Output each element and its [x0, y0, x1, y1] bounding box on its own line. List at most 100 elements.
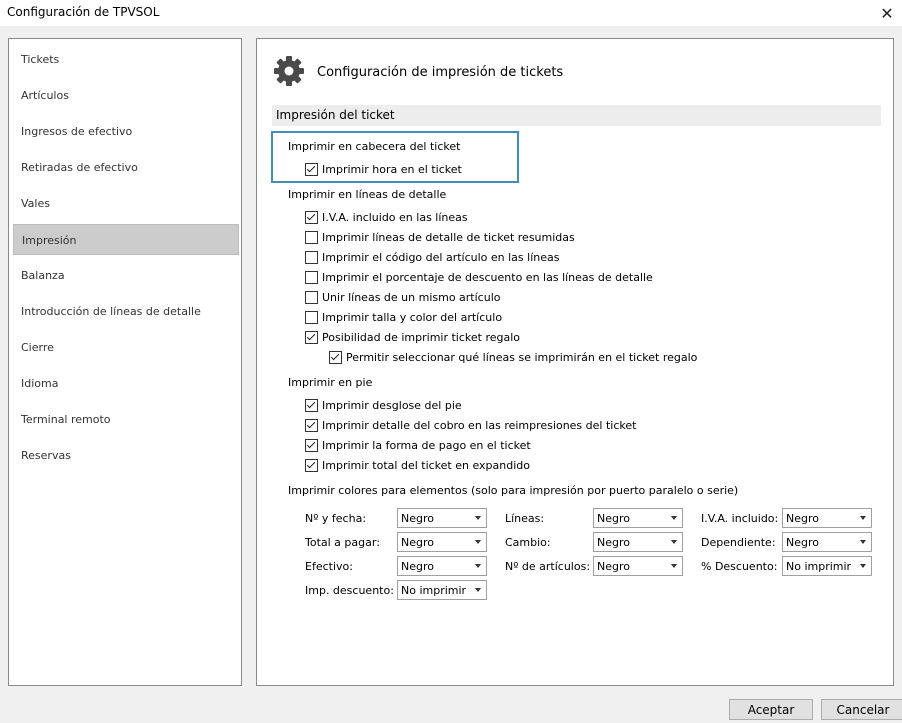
select-value: Negro [597, 536, 630, 549]
chevron-down-icon[interactable] [665, 557, 682, 575]
checkbox-box[interactable] [305, 271, 318, 284]
chevron-down-icon[interactable] [854, 533, 871, 551]
chevron-down-icon[interactable] [665, 533, 682, 551]
checkbox-box[interactable] [305, 399, 318, 412]
accept-button[interactable]: Aceptar [729, 699, 813, 720]
select-value: Negro [786, 536, 819, 549]
sidebar-item-retiradas-de-efectivo[interactable]: Retiradas de efectivo [13, 152, 239, 183]
checkbox-box[interactable] [305, 419, 318, 432]
group-title-pie: Imprimir en pie [288, 376, 373, 389]
checkbox-box[interactable] [305, 211, 318, 224]
label-cambio: Cambio: [505, 536, 551, 549]
select-value: Negro [597, 512, 630, 525]
chevron-down-icon[interactable] [469, 533, 486, 551]
checkbox-desglose-pie[interactable]: Imprimir desglose del pie [305, 399, 462, 412]
checkbox-label: Imprimir detalle del cobro en las reimpr… [322, 419, 637, 432]
select-numero-articulos[interactable]: Negro [593, 556, 683, 576]
checkbox-talla-color[interactable]: Imprimir talla y color del artículo [305, 311, 502, 324]
checkbox-box[interactable] [305, 331, 318, 344]
page-title: Configuración de impresión de tickets [317, 65, 564, 80]
checkbox-label: Imprimir total del ticket en expandido [322, 459, 531, 472]
checkbox-lineas-resumidas[interactable]: Imprimir líneas de detalle de ticket res… [305, 231, 575, 244]
select-value: No imprimir [786, 560, 852, 573]
label-iva-incluido: I.V.A. incluido: [701, 512, 779, 525]
label-numero-fecha: Nº y fecha: [305, 512, 367, 525]
label-lineas: Líneas: [505, 512, 545, 525]
checkbox-label: Imprimir líneas de detalle de ticket res… [322, 231, 575, 244]
checkbox-detalle-cobro[interactable]: Imprimir detalle del cobro en las reimpr… [305, 419, 636, 432]
sidebar-item-terminal-remoto[interactable]: Terminal remoto [13, 404, 239, 435]
select-numero-fecha[interactable]: Negro [397, 508, 487, 528]
select-cambio[interactable]: Negro [593, 532, 683, 552]
label-importe-descuento: Imp. descuento: [305, 584, 394, 597]
label-numero-articulos: Nº de artículos: [505, 560, 591, 573]
sidebar-item-tickets[interactable]: Tickets [13, 44, 239, 75]
checkbox-box[interactable] [305, 163, 318, 176]
checkbox-ticket-regalo[interactable]: Posibilidad de imprimir ticket regalo [305, 331, 520, 344]
sidebar-item-introduccion-lineas-detalle[interactable]: Introducción de líneas de detalle [13, 296, 239, 327]
checkbox-label: Imprimir talla y color del artículo [322, 311, 503, 324]
checkbox-label: Imprimir el porcentaje de descuento en l… [322, 271, 653, 284]
checkbox-label: I.V.A. incluido en las líneas [322, 211, 468, 224]
checkbox-label: Posibilidad de imprimir ticket regalo [322, 331, 521, 344]
label-efectivo: Efectivo: [305, 560, 353, 573]
chevron-down-icon[interactable] [469, 557, 486, 575]
group-title-cabecera: Imprimir en cabecera del ticket [288, 140, 461, 153]
select-value: Negro [786, 512, 819, 525]
cancel-button[interactable]: Cancelar [821, 699, 902, 720]
checkbox-label: Permitir seleccionar qué líneas se impri… [346, 351, 698, 364]
select-iva-incluido[interactable]: Negro [782, 508, 872, 528]
checkbox-total-expandido[interactable]: Imprimir total del ticket en expandido [305, 459, 530, 472]
sidebar: Tickets Artículos Ingresos de efectivo R… [8, 38, 242, 686]
checkbox-seleccionar-lineas-regalo[interactable]: Permitir seleccionar qué líneas se impri… [329, 351, 697, 364]
checkbox-box[interactable] [305, 459, 318, 472]
select-value: Negro [597, 560, 630, 573]
chevron-down-icon[interactable] [469, 581, 486, 599]
label-total-pagar: Total a pagar: [305, 536, 380, 549]
chevron-down-icon[interactable] [854, 557, 871, 575]
select-lineas[interactable]: Negro [593, 508, 683, 528]
checkbox-box[interactable] [305, 291, 318, 304]
checkbox-codigo-articulo[interactable]: Imprimir el código del artículo en las l… [305, 251, 559, 264]
sidebar-item-vales[interactable]: Vales [13, 188, 239, 219]
select-value: No imprimir [401, 584, 467, 597]
select-value: Negro [401, 560, 434, 573]
checkbox-label: Imprimir la forma de pago en el ticket [322, 439, 531, 452]
chevron-down-icon[interactable] [469, 509, 486, 527]
checkbox-imprimir-hora[interactable]: Imprimir hora en el ticket [305, 163, 462, 176]
select-importe-descuento[interactable]: No imprimir [397, 580, 487, 600]
sidebar-item-idioma[interactable]: Idioma [13, 368, 239, 399]
label-dependiente: Dependiente: [701, 536, 776, 549]
checkbox-iva-incluido-lineas[interactable]: I.V.A. incluido en las líneas [305, 211, 468, 224]
select-total-pagar[interactable]: Negro [397, 532, 487, 552]
select-dependiente[interactable]: Negro [782, 532, 872, 552]
sidebar-item-reservas[interactable]: Reservas [13, 440, 239, 471]
checkbox-unir-lineas[interactable]: Unir líneas de un mismo artículo [305, 291, 501, 304]
close-icon[interactable]: ✕ [872, 0, 902, 26]
label-porcentaje-descuento: % Descuento: [701, 560, 778, 573]
checkbox-box[interactable] [305, 231, 318, 244]
checkbox-box[interactable] [305, 311, 318, 324]
select-porcentaje-descuento[interactable]: No imprimir [782, 556, 872, 576]
checkbox-box[interactable] [305, 251, 318, 264]
sidebar-item-articulos[interactable]: Artículos [13, 80, 239, 111]
sidebar-item-balanza[interactable]: Balanza [13, 260, 239, 291]
checkbox-label: Unir líneas de un mismo artículo [322, 291, 501, 304]
checkbox-forma-pago[interactable]: Imprimir la forma de pago en el ticket [305, 439, 531, 452]
chevron-down-icon[interactable] [854, 509, 871, 527]
sidebar-item-cierre[interactable]: Cierre [13, 332, 239, 363]
select-efectivo[interactable]: Negro [397, 556, 487, 576]
title-bar: Configuración de TPVSOL ✕ [0, 0, 902, 26]
select-value: Negro [401, 536, 434, 549]
sidebar-item-ingresos-de-efectivo[interactable]: Ingresos de efectivo [13, 116, 239, 147]
sidebar-item-impresion[interactable]: Impresión [13, 224, 239, 255]
gear-icon [274, 56, 304, 86]
window-title: Configuración de TPVSOL [7, 5, 160, 19]
group-title-colores: Imprimir colores para elementos (solo pa… [288, 484, 739, 497]
checkbox-box[interactable] [305, 439, 318, 452]
checkbox-label: Imprimir hora en el ticket [322, 163, 462, 176]
chevron-down-icon[interactable] [665, 509, 682, 527]
checkbox-box[interactable] [329, 351, 342, 364]
checkbox-porcentaje-descuento[interactable]: Imprimir el porcentaje de descuento en l… [305, 271, 653, 284]
select-value: Negro [401, 512, 434, 525]
